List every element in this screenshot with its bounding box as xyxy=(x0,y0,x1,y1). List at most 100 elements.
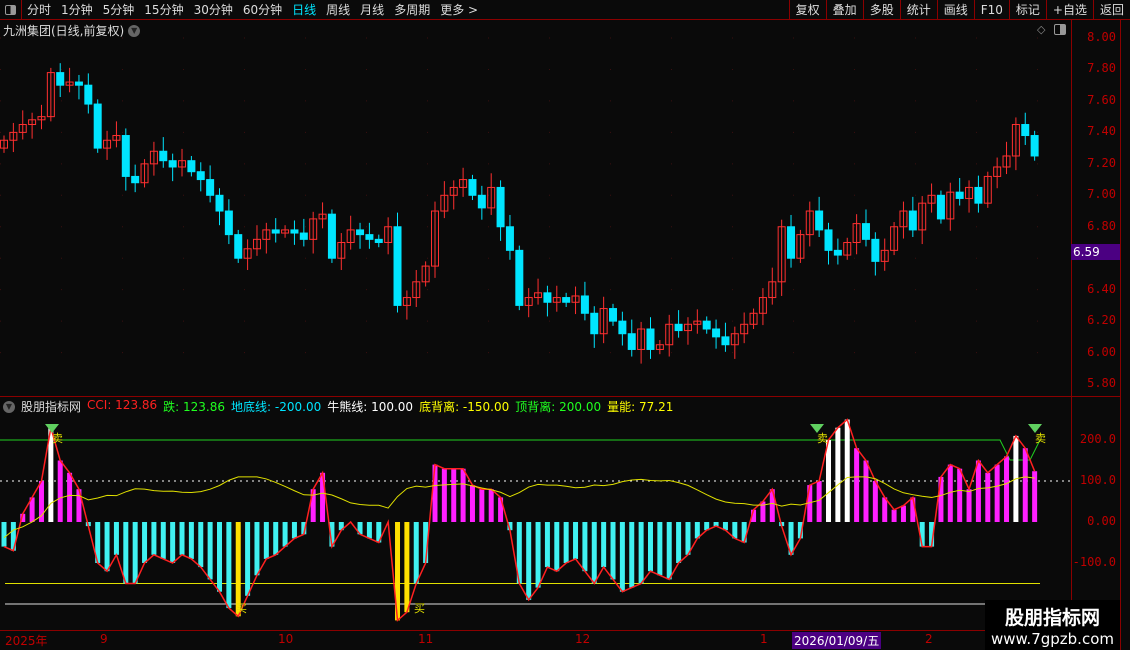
cci-bar xyxy=(657,522,663,576)
indicator-value: 牛熊线: 100.00 xyxy=(327,400,414,414)
cci-bar xyxy=(741,522,747,543)
cci-bar xyxy=(835,427,841,522)
candle-down xyxy=(477,194,486,209)
price-axis-label: 7.80 xyxy=(1087,61,1116,76)
candle-down xyxy=(861,223,870,240)
cci-bar xyxy=(142,522,148,563)
candle-down xyxy=(627,333,636,350)
price-axis-label: 8.00 xyxy=(1087,30,1116,44)
candle-down xyxy=(365,234,374,240)
indicator-name: 股朋指标网 xyxy=(21,400,82,414)
cci-bar xyxy=(891,509,897,522)
cci-bar xyxy=(291,522,297,539)
candle-down xyxy=(299,232,308,240)
candle-down xyxy=(74,81,83,86)
cci-bar xyxy=(1022,448,1028,522)
cci-bar xyxy=(1,522,7,547)
cci-bar xyxy=(488,489,494,522)
price-axis-label: 7.20 xyxy=(1087,155,1116,170)
cci-bar xyxy=(854,448,860,522)
watermark: 股朋指标网 www.7gpzb.com xyxy=(985,600,1120,650)
cci-bar xyxy=(676,522,682,563)
buy-label: 买 xyxy=(236,602,247,615)
cci-bar xyxy=(872,481,878,522)
candle-down xyxy=(56,72,65,86)
candle-down xyxy=(833,249,842,256)
indicator-axis-label: 100.0 xyxy=(1079,473,1116,487)
candle-down xyxy=(131,175,140,184)
cci-bar xyxy=(151,522,157,555)
cci-bar xyxy=(104,522,110,572)
chart-canvas[interactable]: 卖 卖 卖买 买 xyxy=(0,0,1130,650)
candle-down xyxy=(271,229,280,234)
candle-down xyxy=(824,229,833,251)
cci-bar xyxy=(816,481,822,522)
cci-bar xyxy=(638,522,644,584)
candle-down xyxy=(787,226,796,259)
cci-bar xyxy=(1004,456,1010,522)
date-label: 9 xyxy=(100,632,108,646)
cci-bar xyxy=(900,505,906,522)
price-axis-label: 6.00 xyxy=(1087,344,1116,359)
cci-bar xyxy=(573,522,579,559)
indicator-value: 跌: 123.86 xyxy=(163,400,226,414)
cci-bar xyxy=(938,476,944,522)
cci-bar xyxy=(67,472,73,522)
candle-down xyxy=(496,186,505,228)
cci-bar xyxy=(160,522,166,559)
cci-bar xyxy=(226,522,232,609)
cci-bar xyxy=(601,522,607,568)
price-axis-label: 6.20 xyxy=(1087,313,1116,328)
candle-down xyxy=(562,297,571,303)
indicator-axis-label: 200.0 xyxy=(1079,432,1116,446)
cci-bar xyxy=(207,522,213,580)
cci-bar xyxy=(629,522,635,588)
indicator-value: 地底线: -200.00 xyxy=(231,400,322,414)
top-divergence-line xyxy=(0,439,1041,461)
cci-bar xyxy=(460,468,466,522)
candle-down xyxy=(290,229,299,234)
cci-bar xyxy=(263,522,269,559)
cci-bar xyxy=(882,497,888,522)
cci-bar xyxy=(320,472,326,522)
date-label: 10 xyxy=(278,632,294,646)
chevron-down-icon[interactable]: ▼ xyxy=(3,400,15,413)
candle-down xyxy=(187,160,196,173)
date-axis: 2025年 9 10 11 12 1 2026/01/09/五 2 xyxy=(0,630,1120,649)
cci-bar xyxy=(844,419,850,522)
cci-bar xyxy=(179,522,185,555)
cci-bar xyxy=(666,522,672,580)
cci-bar xyxy=(535,522,541,588)
date-label: 12 xyxy=(575,632,591,646)
cci-bar xyxy=(245,522,251,596)
cci-bar xyxy=(863,460,869,522)
cci-bar xyxy=(432,464,438,522)
cci-bar xyxy=(441,468,447,522)
candle-down xyxy=(393,226,402,306)
cci-bar xyxy=(610,522,616,580)
indicator-value: 底背离: -150.00 xyxy=(419,400,510,414)
indicator-axis-label: -100.0 xyxy=(1072,555,1116,569)
cci-bar xyxy=(216,522,222,592)
date-label: 1 xyxy=(760,632,768,646)
cci-bar xyxy=(123,522,129,584)
cci-bar xyxy=(591,522,597,584)
date-label: 11 xyxy=(418,632,434,646)
candle-down xyxy=(590,312,599,335)
candle-down xyxy=(168,160,177,168)
indicator-value: 量能: 77.21 xyxy=(607,400,674,414)
candle-down xyxy=(974,186,983,204)
cci-bar xyxy=(366,522,372,539)
cci-bar xyxy=(619,522,625,592)
candle-down xyxy=(84,84,93,105)
cci-bar xyxy=(188,522,194,559)
cci-bar xyxy=(647,522,653,572)
candle-down xyxy=(936,194,945,220)
candle-down xyxy=(1030,135,1039,157)
cci-bar xyxy=(966,489,972,522)
candle-down xyxy=(196,171,205,181)
candle-down xyxy=(815,210,824,231)
candle-down xyxy=(215,194,224,212)
candle-down xyxy=(702,320,711,330)
cci-bar xyxy=(451,468,457,522)
